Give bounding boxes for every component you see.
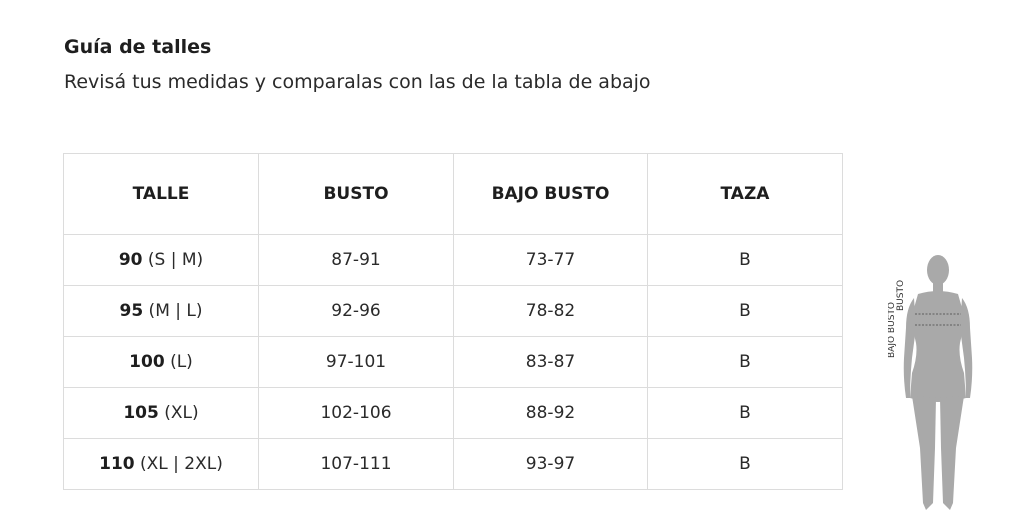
- talle-number: 90: [118, 250, 143, 270]
- column-header-busto: BUSTO: [258, 153, 454, 235]
- cell-taza: B: [647, 387, 843, 439]
- page-subtitle: Revisá tus medidas y comparalas con las …: [64, 71, 651, 93]
- busto-label: BUSTO: [896, 280, 906, 311]
- talle-number: 110: [99, 454, 135, 474]
- cell-taza: B: [647, 285, 843, 337]
- column-header-talle: TALLE: [63, 153, 259, 235]
- bajo-busto-label: BAJO BUSTO: [888, 302, 897, 358]
- column-header-taza: TAZA: [647, 153, 843, 235]
- cell-busto: 107-111: [258, 438, 454, 490]
- table-row: 90 (S | M) 87-91 73-77 B: [63, 234, 843, 286]
- talle-number: 100: [129, 352, 165, 372]
- talle-number: 105: [123, 403, 159, 423]
- cell-busto: 87-91: [258, 234, 454, 286]
- cell-taza: B: [647, 336, 843, 388]
- cell-taza: B: [647, 438, 843, 490]
- cell-talle: 105 (XL): [63, 387, 259, 439]
- talle-sizes: (XL): [158, 403, 199, 423]
- table-header-row: TALLE BUSTO BAJO BUSTO TAZA: [63, 153, 843, 235]
- cell-talle: 110 (XL | 2XL): [63, 438, 259, 490]
- talle-sizes: (M | L): [143, 301, 203, 321]
- cell-busto: 97-101: [258, 336, 454, 388]
- cell-taza: B: [647, 234, 843, 286]
- cell-talle: 100 (L): [63, 336, 259, 388]
- page-title: Guía de talles: [64, 36, 212, 58]
- cell-bajo-busto: 73-77: [453, 234, 648, 286]
- table-row: 95 (M | L) 92-96 78-82 B: [63, 285, 843, 337]
- cell-busto: 102-106: [258, 387, 454, 439]
- cell-bajo-busto: 83-87: [453, 336, 648, 388]
- body-measurement-figure: BUSTO BAJO BUSTO: [888, 255, 973, 510]
- talle-sizes: (L): [164, 352, 193, 372]
- talle-sizes: (XL | 2XL): [134, 454, 223, 474]
- column-header-bajo-busto: BAJO BUSTO: [453, 153, 648, 235]
- table-row: 105 (XL) 102-106 88-92 B: [63, 387, 843, 439]
- body-silhouette: [903, 255, 973, 510]
- cell-bajo-busto: 78-82: [453, 285, 648, 337]
- cell-busto: 92-96: [258, 285, 454, 337]
- talle-number: 95: [119, 301, 144, 321]
- cell-bajo-busto: 88-92: [453, 387, 648, 439]
- cell-talle: 90 (S | M): [63, 234, 259, 286]
- size-chart-table: TALLE BUSTO BAJO BUSTO TAZA 90 (S | M) 8…: [63, 153, 843, 490]
- cell-bajo-busto: 93-97: [453, 438, 648, 490]
- talle-sizes: (S | M): [142, 250, 204, 270]
- table-row: 110 (XL | 2XL) 107-111 93-97 B: [63, 438, 843, 490]
- cell-talle: 95 (M | L): [63, 285, 259, 337]
- table-row: 100 (L) 97-101 83-87 B: [63, 336, 843, 388]
